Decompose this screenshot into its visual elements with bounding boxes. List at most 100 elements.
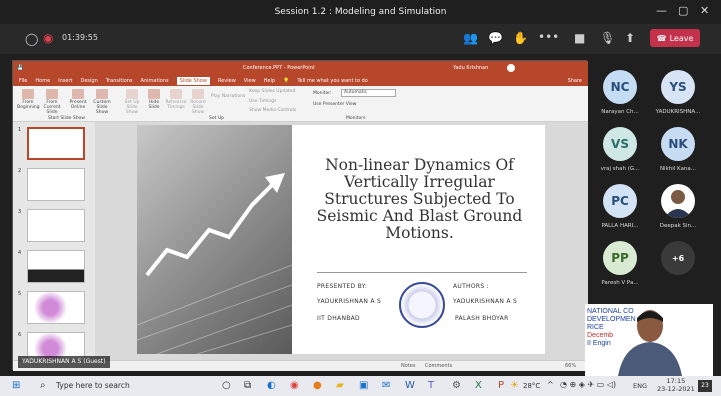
tab-file[interactable]: File: [19, 78, 27, 84]
presenter-view-checkbox[interactable]: Use Presenter View: [313, 102, 356, 107]
tab-slide-show[interactable]: Slide Show: [176, 76, 210, 85]
participant-tile[interactable]: NC Narayan Ch...: [590, 70, 650, 115]
slide-thumb-5[interactable]: [27, 291, 85, 324]
tab-insert[interactable]: Insert: [58, 78, 72, 84]
from-current-button[interactable]: From Current Slide: [41, 89, 63, 115]
language-indicator[interactable]: ENG: [633, 382, 647, 390]
record-button[interactable]: Record Slide Show: [187, 89, 209, 115]
people-icon[interactable]: 👥: [463, 31, 478, 45]
play-narrations-checkbox[interactable]: Play Narrations: [211, 94, 245, 99]
slide-number: 4: [18, 250, 22, 256]
participant-tile[interactable]: NK Nikhil Kana...: [648, 127, 708, 172]
settings-icon[interactable]: ⚙: [452, 380, 461, 391]
excel-icon[interactable]: X: [475, 380, 482, 391]
window-title: Session 1.2 : Modeling and Simulation: [274, 7, 447, 17]
keep-fresh-checkbox[interactable]: Keep Slides Updated: [249, 89, 295, 94]
tab-review[interactable]: Review: [218, 78, 236, 84]
windows-taskbar: ⊞ ⌕ Type here to search ○ ⧉ ◐ ◉ ● ▰ ▣ ✉ …: [0, 376, 721, 396]
record-icon: [192, 89, 204, 99]
ppt-file-title: Conference.PPT - PowerPoint: [243, 65, 315, 71]
more-options-icon[interactable]: •••: [538, 30, 559, 44]
timer-icon: [170, 89, 182, 99]
participant-tile[interactable]: PC PALLA HARI...: [590, 184, 650, 229]
slide-thumb-4[interactable]: [27, 250, 85, 283]
widgets-icon[interactable]: ⧉: [244, 380, 251, 391]
slide-number: 5: [18, 291, 22, 297]
slide-number: 2: [18, 168, 22, 174]
group-monitors-label: Monitors: [346, 116, 366, 121]
slide-thumb-3[interactable]: [27, 209, 85, 242]
teams-icon[interactable]: T: [428, 380, 434, 391]
participant-name: Deepak Sin...: [659, 223, 697, 229]
participant-tile[interactable]: YS YADUKRISHNA...: [648, 70, 708, 115]
present-online-button[interactable]: Present Online: [67, 89, 89, 110]
word-icon[interactable]: W: [405, 380, 415, 391]
edge-icon[interactable]: ◐: [267, 380, 276, 391]
presenter-person-icon: [618, 310, 682, 376]
avatar: PP: [603, 241, 637, 275]
show-media-checkbox[interactable]: Show Media Controls: [249, 108, 296, 113]
maximize-icon[interactable]: ▢: [678, 4, 688, 17]
share-tray-icon[interactable]: ⬆: [625, 31, 635, 45]
windows-start-icon[interactable]: ⊞: [12, 380, 20, 391]
zoom-level[interactable]: 66%: [565, 363, 576, 369]
slide-thumb-2[interactable]: [27, 168, 85, 201]
participant-name: PALLA HARI...: [601, 223, 639, 229]
tab-design[interactable]: Design: [80, 78, 97, 84]
authors-label: AUTHORS :: [453, 283, 490, 290]
participant-name: Nikhil Kana...: [659, 166, 697, 172]
custom-show-button[interactable]: Custom Slide Show: [91, 89, 113, 115]
save-icon[interactable]: 💾: [17, 65, 23, 71]
search-icon: ⌕: [40, 380, 46, 391]
hide-slide-button[interactable]: Hide Slide: [143, 89, 165, 110]
participant-tile[interactable]: VS vraj shah (G...: [590, 127, 650, 172]
share-button[interactable]: Share: [568, 78, 582, 84]
chat-icon[interactable]: 💬: [488, 31, 503, 45]
firefox-icon[interactable]: ●: [313, 380, 322, 391]
play-current-icon: [46, 89, 58, 99]
rehearse-button[interactable]: Rehearse Timings: [165, 89, 187, 110]
close-icon[interactable]: ✕: [700, 4, 709, 17]
camera-icon[interactable]: ■: [574, 31, 585, 45]
more-participants-button[interactable]: +6: [648, 241, 708, 275]
play-icon: [22, 89, 34, 99]
notes-button[interactable]: Notes: [401, 363, 415, 369]
tab-transitions[interactable]: Transitions: [106, 78, 133, 84]
more-count: +6: [661, 241, 695, 275]
use-timings-checkbox[interactable]: Use Timings: [249, 99, 276, 104]
chrome-icon[interactable]: ◉: [290, 380, 299, 391]
recording-icon: ◉: [43, 31, 54, 45]
clock[interactable]: 17:15 23-12-2021: [657, 377, 695, 393]
mic-off-icon[interactable]: 🎙: [600, 31, 615, 45]
tell-me-box[interactable]: Tell me what you want to do: [297, 78, 368, 84]
avatar-photo: [661, 184, 695, 218]
mail-icon[interactable]: ✉: [382, 380, 390, 391]
slide-thumb-1[interactable]: [27, 127, 85, 160]
tray-icons[interactable]: ◔ ⊕ ◈ ✈ ▭ ◁): [560, 380, 616, 389]
minimize-icon[interactable]: —: [656, 4, 667, 17]
tab-view[interactable]: View: [244, 78, 256, 84]
notification-badge[interactable]: 23: [698, 380, 712, 392]
chevron-up-icon[interactable]: ^: [547, 380, 554, 389]
from-beginning-button[interactable]: From Beginning: [17, 89, 40, 110]
presented-by-label: PRESENTED BY:: [317, 283, 368, 290]
leave-button[interactable]: ☎ Leave: [650, 29, 700, 47]
globe-icon: [72, 89, 84, 99]
participant-tile[interactable]: Deepak Sin...: [648, 184, 708, 229]
current-slide[interactable]: Non-linear Dynamics Of Vertically Irregu…: [136, 125, 545, 355]
raise-hand-icon[interactable]: ✋: [513, 31, 528, 45]
taskbar-search[interactable]: Type here to search: [56, 381, 130, 390]
monitor-select[interactable]: Automatic: [341, 89, 396, 97]
tab-home[interactable]: Home: [35, 78, 50, 84]
tab-animations[interactable]: Animations: [141, 78, 169, 84]
participant-tile[interactable]: PP Paresh V Pa...: [590, 241, 650, 286]
store-icon[interactable]: ▣: [359, 380, 368, 391]
comments-button[interactable]: Comments: [425, 363, 452, 369]
setup-slideshow-button[interactable]: Set Up Slide Show: [121, 89, 143, 115]
time: 17:15: [666, 377, 686, 385]
powerpoint-icon[interactable]: P: [498, 380, 504, 391]
task-view-icon[interactable]: ○: [222, 380, 231, 391]
file-explorer-icon[interactable]: ▰: [336, 380, 344, 391]
tab-help[interactable]: Help: [264, 78, 275, 84]
lightbulb-icon: 💡: [283, 77, 290, 84]
